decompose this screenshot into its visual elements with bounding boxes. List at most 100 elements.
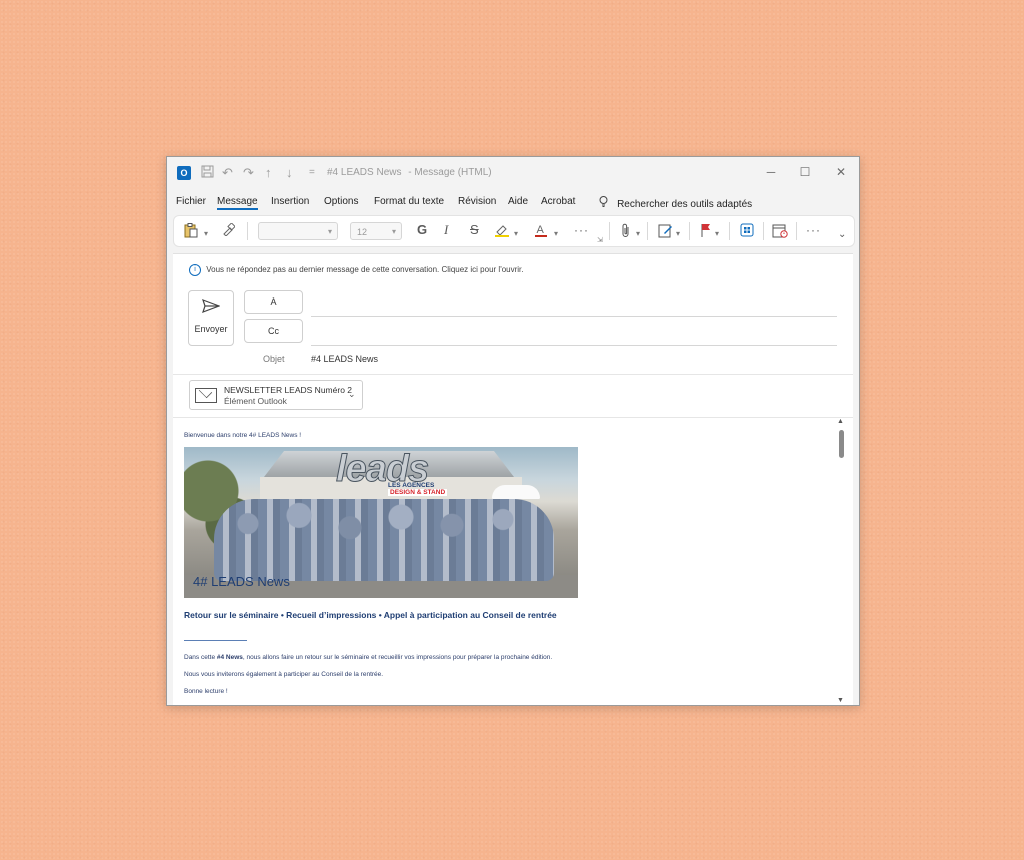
save-icon[interactable] <box>201 165 214 181</box>
tab-fichier[interactable]: Fichier <box>176 196 206 207</box>
p1-bold: #4 News <box>216 654 243 661</box>
undo-icon[interactable]: ↶ <box>222 165 233 181</box>
compose-area: i Vous ne répondez pas au dernier messag… <box>173 253 853 705</box>
search-tools[interactable]: Rechercher des outils adaptés <box>599 196 752 210</box>
info-bar[interactable]: i Vous ne répondez pas au dernier messag… <box>189 264 524 276</box>
search-tools-label: Rechercher des outils adaptés <box>617 199 753 210</box>
ribbon-separator <box>247 222 248 240</box>
ribbon-separator <box>689 222 690 240</box>
tab-insertion[interactable]: Insertion <box>271 196 309 207</box>
group-photo-crowd <box>214 499 554 581</box>
ribbon-separator <box>729 222 730 240</box>
redo-icon[interactable]: ↷ <box>243 165 254 181</box>
leads-logo-line1: LES AGENCES <box>388 482 435 489</box>
p1-prefix: Dans cette <box>184 654 217 661</box>
window-title-name: #4 LEADS News <box>327 167 402 178</box>
chevron-down-icon: ▾ <box>327 227 332 236</box>
up-arrow-icon[interactable]: ↑ <box>265 165 272 180</box>
title-bar: O ↶ ↷ ↑ ↓ = #4 LEADS News - Message (HTM… <box>167 157 859 189</box>
tab-acrobat[interactable]: Acrobat <box>541 196 575 207</box>
italic-button[interactable]: I <box>444 223 448 237</box>
newsletter-headline: Retour sur le séminaire • Recueil d’impr… <box>184 610 557 620</box>
highlight-icon[interactable] <box>494 223 510 240</box>
p1-suffix: , nous allons faire un retour sur le sém… <box>242 654 553 661</box>
svg-text:A: A <box>537 224 545 236</box>
attach-file-icon[interactable] <box>621 223 631 241</box>
info-bar-text: Vous ne répondez pas au dernier message … <box>206 265 524 275</box>
flag-icon[interactable] <box>700 223 712 240</box>
highlight-dropdown-icon[interactable]: ▾ <box>514 227 518 241</box>
chevron-down-icon: ▾ <box>391 227 396 236</box>
subject-label: Objet <box>263 354 285 364</box>
body-paragraph-1: Dans cette #4 News, nous allons faire un… <box>184 654 552 661</box>
attachment-card[interactable]: NEWSLETTER LEADS Numéro 2 Élément Outloo… <box>189 380 363 410</box>
body-paragraph-3: Bonne lecture ! <box>184 688 228 695</box>
ribbon: ▾ ▾ 12 ▾ G I S ▾ A ▾ ··· ⇲ ▾ ▾ ▾ ··· ⌄ <box>173 215 855 247</box>
tab-options[interactable]: Options <box>324 196 358 207</box>
send-button[interactable]: Envoyer <box>188 290 234 346</box>
more-formatting-button[interactable]: ··· <box>574 223 589 237</box>
cc-button[interactable]: Cc <box>244 319 303 343</box>
attachment-type: Élément Outlook <box>224 396 287 406</box>
strikethrough-button[interactable]: S <box>470 223 479 237</box>
body-intro: Bienvenue dans notre 4# LEADS News ! <box>184 432 302 439</box>
subject-field[interactable]: #4 LEADS News <box>311 354 378 364</box>
minimize-button[interactable]: ─ <box>761 165 781 179</box>
font-size-value: 12 <box>357 227 368 237</box>
to-field[interactable] <box>311 316 837 317</box>
ribbon-separator <box>763 222 764 240</box>
paste-dropdown-icon[interactable]: ▾ <box>204 227 208 241</box>
chevron-down-icon[interactable]: ⌄ <box>348 389 356 400</box>
font-color-icon[interactable]: A <box>534 223 548 240</box>
send-icon <box>189 298 233 318</box>
attachment-name: NEWSLETTER LEADS Numéro 2 <box>224 385 353 395</box>
scrollbar-thumb[interactable] <box>839 430 844 458</box>
font-name-select[interactable]: ▾ <box>258 222 338 240</box>
newsletter-banner-image: leads LES AGENCES DESIGN & STAND 4# LEAD… <box>184 447 578 598</box>
envelope-icon <box>195 388 217 403</box>
headline-rule <box>184 640 247 641</box>
scheduling-icon[interactable] <box>772 223 788 241</box>
apps-icon[interactable] <box>740 223 754 240</box>
flag-dropdown-icon[interactable]: ▾ <box>715 227 719 241</box>
umbrella <box>492 485 540 499</box>
scroll-down-icon[interactable]: ▼ <box>837 697 844 704</box>
attach-dropdown-icon[interactable]: ▾ <box>636 227 640 241</box>
menu-bar: Fichier Message Insertion Options Format… <box>167 193 859 213</box>
cc-field[interactable] <box>311 345 837 346</box>
font-size-select[interactable]: 12 ▾ <box>350 222 402 240</box>
ribbon-separator <box>647 222 648 240</box>
info-icon: i <box>189 264 201 276</box>
outlook-icon: O <box>177 166 191 180</box>
to-button[interactable]: À <box>244 290 303 314</box>
close-button[interactable]: ✕ <box>831 165 851 179</box>
leads-logo-line2: DESIGN & STAND <box>388 489 448 496</box>
header-divider <box>173 374 853 375</box>
paste-icon[interactable] <box>184 223 198 241</box>
banner-caption: 4# LEADS News <box>193 574 290 589</box>
more-options-button[interactable]: ··· <box>806 223 821 237</box>
body-divider <box>173 417 853 418</box>
font-color-dropdown-icon[interactable]: ▾ <box>554 227 558 241</box>
window-title: #4 LEADS News - Message (HTML) <box>327 167 492 178</box>
ribbon-separator <box>796 222 797 240</box>
format-painter-icon[interactable] <box>222 222 236 239</box>
signature-icon[interactable] <box>658 223 673 241</box>
bold-button[interactable]: G <box>417 223 427 237</box>
tab-aide[interactable]: Aide <box>508 196 528 207</box>
window-title-suffix: - Message (HTML) <box>408 167 492 178</box>
message-window: O ↶ ↷ ↑ ↓ = #4 LEADS News - Message (HTM… <box>166 156 860 706</box>
ribbon-separator <box>609 222 610 240</box>
down-arrow-icon[interactable]: ↓ <box>286 165 293 180</box>
signature-dropdown-icon[interactable]: ▾ <box>676 227 680 241</box>
tab-format-du-texte[interactable]: Format du texte <box>374 196 444 207</box>
dialog-launcher-icon[interactable]: ⇲ <box>597 234 603 248</box>
body-paragraph-2: Nous vous inviterons également à partici… <box>184 671 384 678</box>
maximize-button[interactable]: ☐ <box>795 165 815 179</box>
tab-revision[interactable]: Révision <box>458 196 496 207</box>
ribbon-expand-icon[interactable]: ⌄ <box>838 228 846 242</box>
scroll-up-icon[interactable]: ▲ <box>837 418 844 425</box>
tab-message[interactable]: Message <box>217 196 258 210</box>
customize-icon[interactable]: = <box>309 167 315 178</box>
body-scrollbar[interactable]: ▲ ▼ <box>836 418 848 704</box>
